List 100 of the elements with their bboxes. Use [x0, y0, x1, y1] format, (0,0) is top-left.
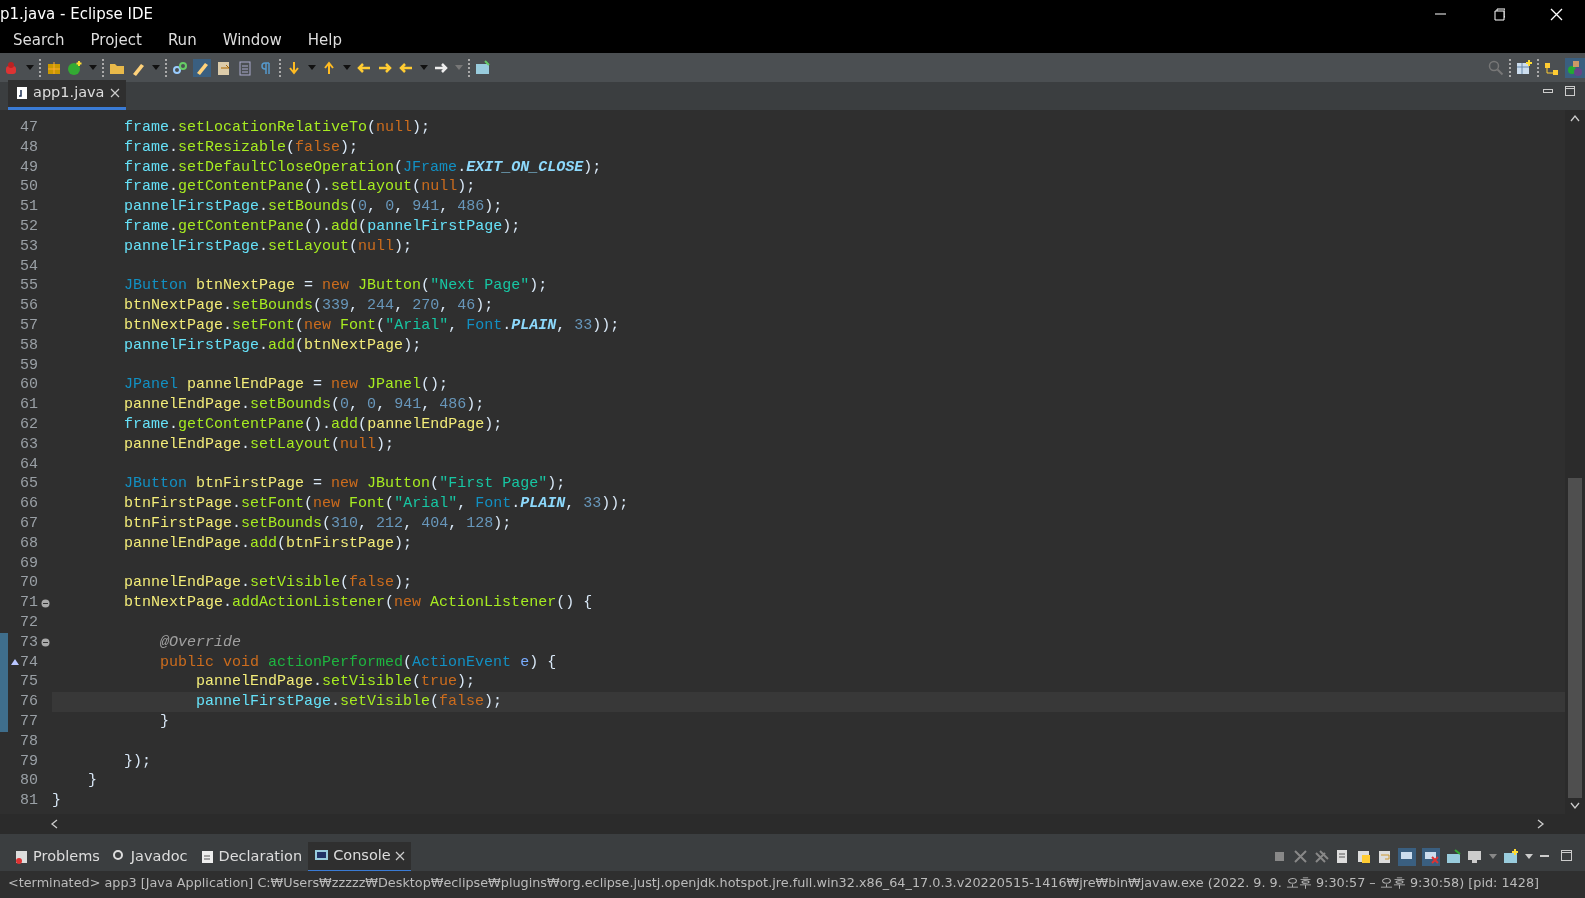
- problems-icon: [14, 849, 29, 865]
- arrow-up-icon[interactable]: [321, 59, 337, 76]
- chain-icon[interactable]: [172, 59, 188, 76]
- line-number: 61: [19, 395, 38, 415]
- line-number: 60: [19, 375, 38, 396]
- line-number: 57: [19, 315, 38, 336]
- highlighter-icon[interactable]: [193, 58, 211, 77]
- line-number: 50: [19, 177, 38, 198]
- chevron-down-icon[interactable]: [1570, 802, 1580, 811]
- chevron-up-icon[interactable]: [1570, 114, 1580, 122]
- line-number: 74: [8, 652, 38, 673]
- code-line: btnNextPage.setBounds(339, 244, 270, 46);: [123, 296, 495, 316]
- panel-tab[interactable]: Console: [308, 842, 411, 872]
- panel-tab[interactable]: Problems: [8, 843, 106, 871]
- line-number: 71: [19, 593, 38, 613]
- line-number: 62: [19, 414, 38, 435]
- remove-all-icon[interactable]: [1314, 849, 1329, 865]
- scroll-thumb[interactable]: [1568, 478, 1582, 799]
- code-line: pannelEndPage.setVisible(true);: [195, 672, 477, 693]
- line-number: 54: [19, 256, 38, 277]
- menu-item[interactable]: Help: [294, 29, 355, 52]
- chevron-left-icon[interactable]: [50, 819, 58, 830]
- editor-tab[interactable]: app1.java: [8, 80, 126, 110]
- line-number: 58: [19, 335, 38, 356]
- code-line: pannelFirstPage.add(btnNextPage);: [123, 335, 423, 356]
- line-number: 66: [19, 494, 38, 514]
- menu-item[interactable]: Search: [0, 29, 78, 52]
- line-number: 77: [19, 711, 38, 732]
- line-number: 49: [19, 157, 38, 178]
- code-line: }: [87, 771, 98, 792]
- line-number: 63: [19, 434, 38, 455]
- code-line: frame.setDefaultCloseOperation(JFrame.EXIT_ON_CLOSE);: [123, 157, 603, 178]
- menu-item[interactable]: Project: [77, 29, 155, 52]
- window-icon[interactable]: [475, 59, 491, 76]
- panel-tab[interactable]: Declaration: [193, 843, 309, 871]
- code-line: pannelEndPage.setLayout(null);: [123, 434, 396, 455]
- code-line: }: [52, 791, 62, 811]
- code-line: public void actionPerformed(ActionEvent e) {: [159, 652, 558, 673]
- line-number: 56: [19, 296, 38, 316]
- declaration-icon: [199, 849, 215, 865]
- arrow-down-icon[interactable]: [286, 59, 302, 76]
- class-icon[interactable]: [67, 59, 83, 76]
- perspective-icon[interactable]: [1565, 57, 1585, 78]
- code-line: JButton btnFirstPage = new JButton("First Page");: [123, 474, 567, 495]
- code-line: pannelFirstPage.setBounds(0, 0, 941, 486);: [123, 197, 504, 217]
- code-line: pannelEndPage.setVisible(false);: [123, 573, 414, 594]
- java-file-icon: [16, 86, 28, 101]
- restore-icon: [1491, 7, 1505, 21]
- minimize-icon[interactable]: [1543, 86, 1553, 96]
- fold-icon[interactable]: [40, 638, 50, 648]
- line-number: 73: [19, 632, 38, 653]
- line-number: 51: [19, 197, 38, 217]
- window-title: p1.java - Eclipse IDE: [0, 3, 155, 25]
- chevron-right-icon[interactable]: [1537, 819, 1545, 830]
- line-number: 72: [19, 612, 38, 633]
- code-line: frame.getContentPane().add(pannelFirstPage);: [123, 217, 522, 237]
- line-number: 79: [19, 751, 38, 772]
- show-output-icon[interactable]: [1398, 847, 1416, 866]
- table-icon[interactable]: [1516, 59, 1532, 76]
- line-number: 59: [19, 355, 38, 376]
- close-icon[interactable]: [394, 850, 405, 861]
- line-number: 47: [19, 118, 38, 138]
- panel-tab[interactable]: Javadoc: [105, 843, 194, 871]
- show-error-icon[interactable]: [1422, 847, 1440, 866]
- line-number: 67: [19, 513, 38, 534]
- scroll-lock-icon[interactable]: [1356, 849, 1371, 865]
- line-number: 81: [19, 791, 38, 811]
- code-line: btnNextPage.addActionListener(new ActionListener() {: [123, 593, 594, 613]
- line-number: 78: [19, 731, 38, 752]
- remove-icon[interactable]: [1293, 849, 1308, 865]
- new-console-icon[interactable]: [1503, 849, 1518, 865]
- line-number: 68: [19, 533, 38, 554]
- maximize-icon[interactable]: [1565, 86, 1575, 96]
- code-line: JPanel pannelEndPage = new JPanel();: [123, 375, 450, 396]
- menu-item[interactable]: Window: [209, 29, 295, 52]
- code-line: pannelEndPage.setBounds(0, 0, 941, 486);: [123, 395, 486, 415]
- display-icon[interactable]: [1467, 849, 1482, 865]
- line-number: 69: [19, 553, 38, 574]
- close-icon: [1549, 7, 1563, 21]
- line-number: 80: [19, 771, 38, 792]
- code-line: btnFirstPage.setBounds(310, 212, 404, 128);: [123, 513, 513, 534]
- document-icon[interactable]: [216, 59, 232, 76]
- fold-icon[interactable]: [40, 598, 50, 608]
- line-number: 55: [19, 276, 38, 297]
- clear-console-icon[interactable]: [1335, 849, 1350, 865]
- close-icon[interactable]: [109, 88, 120, 99]
- line-number: 64: [19, 454, 38, 475]
- line-number: 48: [19, 137, 38, 158]
- vertical-scrollbar[interactable]: [1565, 110, 1585, 815]
- code-line: pannelFirstPage.setLayout(null);: [123, 236, 414, 257]
- line-number: 70: [19, 573, 38, 594]
- menu-item[interactable]: Run: [154, 29, 210, 52]
- code-line: btnFirstPage.setFont(new Font("Arial", Font.PLAIN, 33));: [123, 494, 630, 514]
- line-number: 52: [19, 217, 38, 237]
- package-icon[interactable]: [46, 59, 62, 76]
- code-line: frame.setResizable(false);: [123, 137, 360, 158]
- word-wrap-icon[interactable]: [1377, 849, 1392, 865]
- line-number: 53: [19, 236, 38, 257]
- code-line: });: [123, 751, 153, 772]
- code-line: JButton btnNextPage = new JButton("Next Page");: [123, 276, 549, 297]
